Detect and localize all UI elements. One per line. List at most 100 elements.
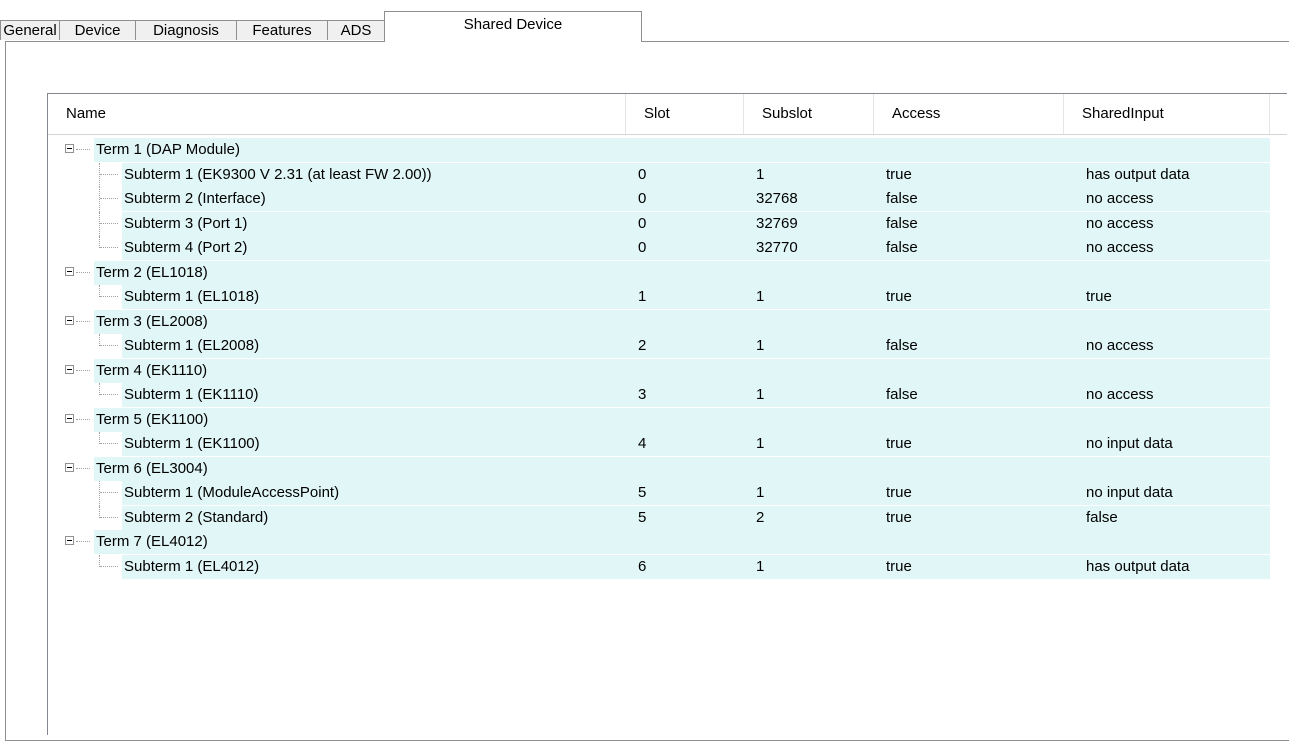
tab-diagnosis[interactable]: Diagnosis <box>135 20 237 40</box>
tree-connector <box>100 443 118 445</box>
tree-connector <box>100 516 118 519</box>
column-header-sharedinput[interactable]: SharedInput <box>1064 94 1270 134</box>
cell-slot: 6 <box>638 557 647 575</box>
tab-ads[interactable]: ADS <box>327 20 385 40</box>
cell-name: Subterm 2 (Standard) <box>124 508 269 526</box>
collapse-icon[interactable] <box>65 266 74 276</box>
tree-connector <box>76 541 90 543</box>
tab-strip: General Device Diagnosis Features ADS Sh… <box>0 0 1289 42</box>
column-header-access[interactable]: Access <box>874 94 1064 134</box>
tab-device[interactable]: Device <box>59 20 136 40</box>
tree-parent-row[interactable]: Term 3 (EL2008) <box>48 309 1287 334</box>
row-highlight <box>94 358 1270 383</box>
cell-sharedinput: no access <box>1086 386 1154 403</box>
row-highlight <box>94 309 1270 334</box>
cell-access: false <box>886 190 918 207</box>
cell-slot: 3 <box>638 386 647 403</box>
cell-sharedinput: true <box>1086 288 1112 305</box>
cell-name: Term 3 (EL2008) <box>96 312 208 330</box>
cell-name: Term 2 (EL1018) <box>96 263 208 281</box>
tree-child-row[interactable]: Subterm 2 (Standard) 5 2 true false <box>48 505 1287 530</box>
cell-slot: 0 <box>638 239 647 256</box>
cell-name: Term 6 (EL3004) <box>96 459 208 477</box>
tree-child-row[interactable]: Subterm 1 (EK1100) 4 1 true no input data <box>48 432 1287 456</box>
tree-parent-row[interactable]: Term 7 (EL4012) <box>48 530 1287 554</box>
header-divider <box>48 134 1287 135</box>
cell-sharedinput: false <box>1086 508 1118 526</box>
cell-name: Term 4 (EK1110) <box>96 361 208 379</box>
column-header-subslot[interactable]: Subslot <box>744 94 874 134</box>
cell-subslot: 32769 <box>756 214 798 232</box>
tree-connector <box>76 369 90 372</box>
tree-parent-row[interactable]: Term 1 (DAP Module) <box>48 138 1287 162</box>
grid-header: Name Slot Subslot Access SharedInput <box>48 94 1287 135</box>
collapse-icon[interactable] <box>65 413 74 423</box>
tree-connector <box>76 320 90 323</box>
cell-slot: 2 <box>638 337 647 354</box>
cell-slot: 0 <box>638 190 647 207</box>
tree-child-row[interactable]: Subterm 1 (EL2008) 2 1 false no access <box>48 334 1287 358</box>
cell-name: Term 1 (DAP Module) <box>96 141 240 158</box>
cell-sharedinput: no access <box>1086 239 1154 256</box>
tree-connector <box>100 394 118 396</box>
cell-subslot: 1 <box>756 288 765 305</box>
cell-name: Subterm 1 (EK9300 V 2.31 (at least FW 2.… <box>124 165 432 183</box>
row-highlight <box>94 260 1270 285</box>
tree-parent-row[interactable]: Term 4 (EK1110) <box>48 358 1287 383</box>
cell-access: false <box>886 337 918 354</box>
cell-name: Term 5 (EK1100) <box>96 410 209 428</box>
tree-parent-row[interactable]: Term 6 (EL3004) <box>48 456 1287 481</box>
cell-name: Subterm 3 (Port 1) <box>124 214 248 232</box>
row-highlight <box>94 530 1270 554</box>
tree-child-row[interactable]: Subterm 1 (ModuleAccessPoint) 5 1 true no in… <box>48 481 1287 506</box>
cell-name: Subterm 1 (EL2008) <box>124 337 260 354</box>
tree-parent-row[interactable]: Term 2 (EL1018) <box>48 260 1287 285</box>
cell-subslot: 1 <box>756 484 765 501</box>
tree-connector <box>100 492 118 494</box>
column-header-slot[interactable]: Slot <box>626 94 744 134</box>
collapse-icon[interactable] <box>65 364 74 374</box>
tree-child-row[interactable]: Subterm 2 (Interface) 0 32768 false no acces… <box>48 187 1287 212</box>
tree-child-row[interactable]: Subterm 1 (EL4012) 6 1 true has output data <box>48 554 1287 579</box>
collapse-icon[interactable] <box>65 536 74 545</box>
cell-slot: 5 <box>638 508 647 526</box>
tree-child-row[interactable]: Subterm 4 (Port 2) 0 32770 false no access <box>48 236 1287 260</box>
cell-sharedinput: no access <box>1086 337 1154 354</box>
collapse-icon[interactable] <box>65 462 74 472</box>
tree-child-row[interactable]: Subterm 1 (EK1110) 3 1 false no access <box>48 383 1287 407</box>
cell-name: Term 7 (EL4012) <box>96 533 208 550</box>
tree-connector <box>76 418 90 421</box>
column-header-name[interactable]: Name <box>48 94 626 134</box>
shared-device-grid[interactable]: Name Slot Subslot Access SharedInput Ter… <box>47 93 1287 735</box>
cell-subslot: 1 <box>756 557 765 575</box>
cell-name: Subterm 4 (Port 2) <box>124 239 248 256</box>
tree-connector <box>100 565 118 568</box>
tree-child-row[interactable]: Subterm 1 (EK9300 V 2.31 (at least FW 2.… <box>48 162 1287 187</box>
cell-sharedinput: no access <box>1086 214 1154 232</box>
cell-name: Subterm 1 (EL4012) <box>124 557 260 575</box>
tree-connector <box>76 271 90 274</box>
cell-subslot: 32770 <box>756 239 798 256</box>
tab-shared-device[interactable]: Shared Device <box>384 11 642 42</box>
collapse-icon[interactable] <box>65 315 74 325</box>
cell-slot: 0 <box>638 165 647 183</box>
tree-parent-row[interactable]: Term 5 (EK1100) <box>48 407 1287 432</box>
tree-child-row[interactable]: Subterm 3 (Port 1) 0 32769 false no access <box>48 211 1287 236</box>
row-highlight <box>94 138 1270 162</box>
cell-slot: 5 <box>638 484 647 501</box>
tree-child-row[interactable]: Subterm 1 (EL1018) 1 1 true true <box>48 285 1287 309</box>
cell-subslot: 1 <box>756 337 765 354</box>
cell-slot: 0 <box>638 214 647 232</box>
cell-access: false <box>886 214 918 232</box>
collapse-icon[interactable] <box>65 144 74 153</box>
cell-slot: 4 <box>638 435 647 452</box>
cell-access: true <box>886 508 912 526</box>
tab-features[interactable]: Features <box>236 20 328 40</box>
tab-general[interactable]: General <box>0 20 60 40</box>
tree-connector <box>100 345 118 347</box>
cell-access: false <box>886 239 918 256</box>
tree-connector <box>76 149 90 151</box>
cell-slot: 1 <box>638 288 647 305</box>
cell-sharedinput: no input data <box>1086 484 1173 501</box>
cell-sharedinput: no input data <box>1086 435 1173 452</box>
